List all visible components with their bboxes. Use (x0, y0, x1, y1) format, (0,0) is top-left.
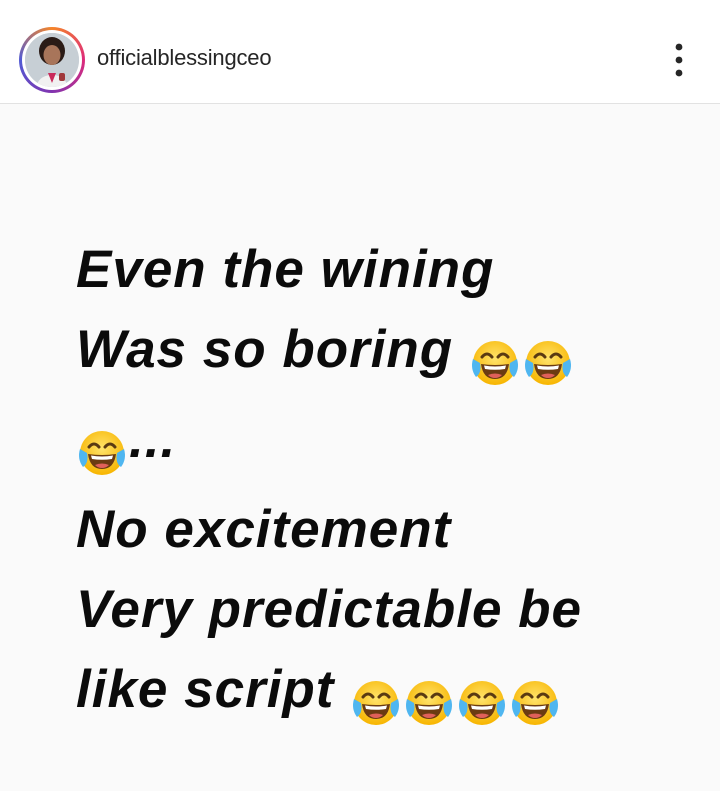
username[interactable]: officialblessingceo (97, 44, 272, 72)
text-line: Even the wining (76, 240, 495, 299)
face-with-tears-of-joy-icon (403, 677, 455, 729)
face-with-tears-of-joy-icon (469, 337, 521, 389)
text-line: Very predictable be (76, 580, 583, 639)
face-with-tears-of-joy-icon (350, 677, 402, 729)
avatar[interactable] (19, 27, 85, 93)
more-options-button[interactable] (664, 38, 694, 82)
profile-photo-icon (25, 33, 79, 87)
post-caption-text: Even the wining Was so boring ... No exc… (76, 230, 696, 740)
face-with-tears-of-joy-icon (76, 427, 128, 479)
text-line: like script (76, 650, 696, 740)
profile-photo (25, 33, 79, 87)
face-with-tears-of-joy-icon (522, 337, 574, 389)
text-line: No excitement (76, 500, 452, 559)
post-image[interactable]: Even the wining Was so boring ... No exc… (0, 104, 720, 791)
text-line: ... (76, 400, 696, 490)
face-with-tears-of-joy-icon (509, 677, 561, 729)
text-line: Was so boring (76, 310, 696, 400)
post-header: officialblessingceo (0, 0, 720, 104)
more-vertical-icon (675, 43, 683, 77)
face-with-tears-of-joy-icon (456, 677, 508, 729)
